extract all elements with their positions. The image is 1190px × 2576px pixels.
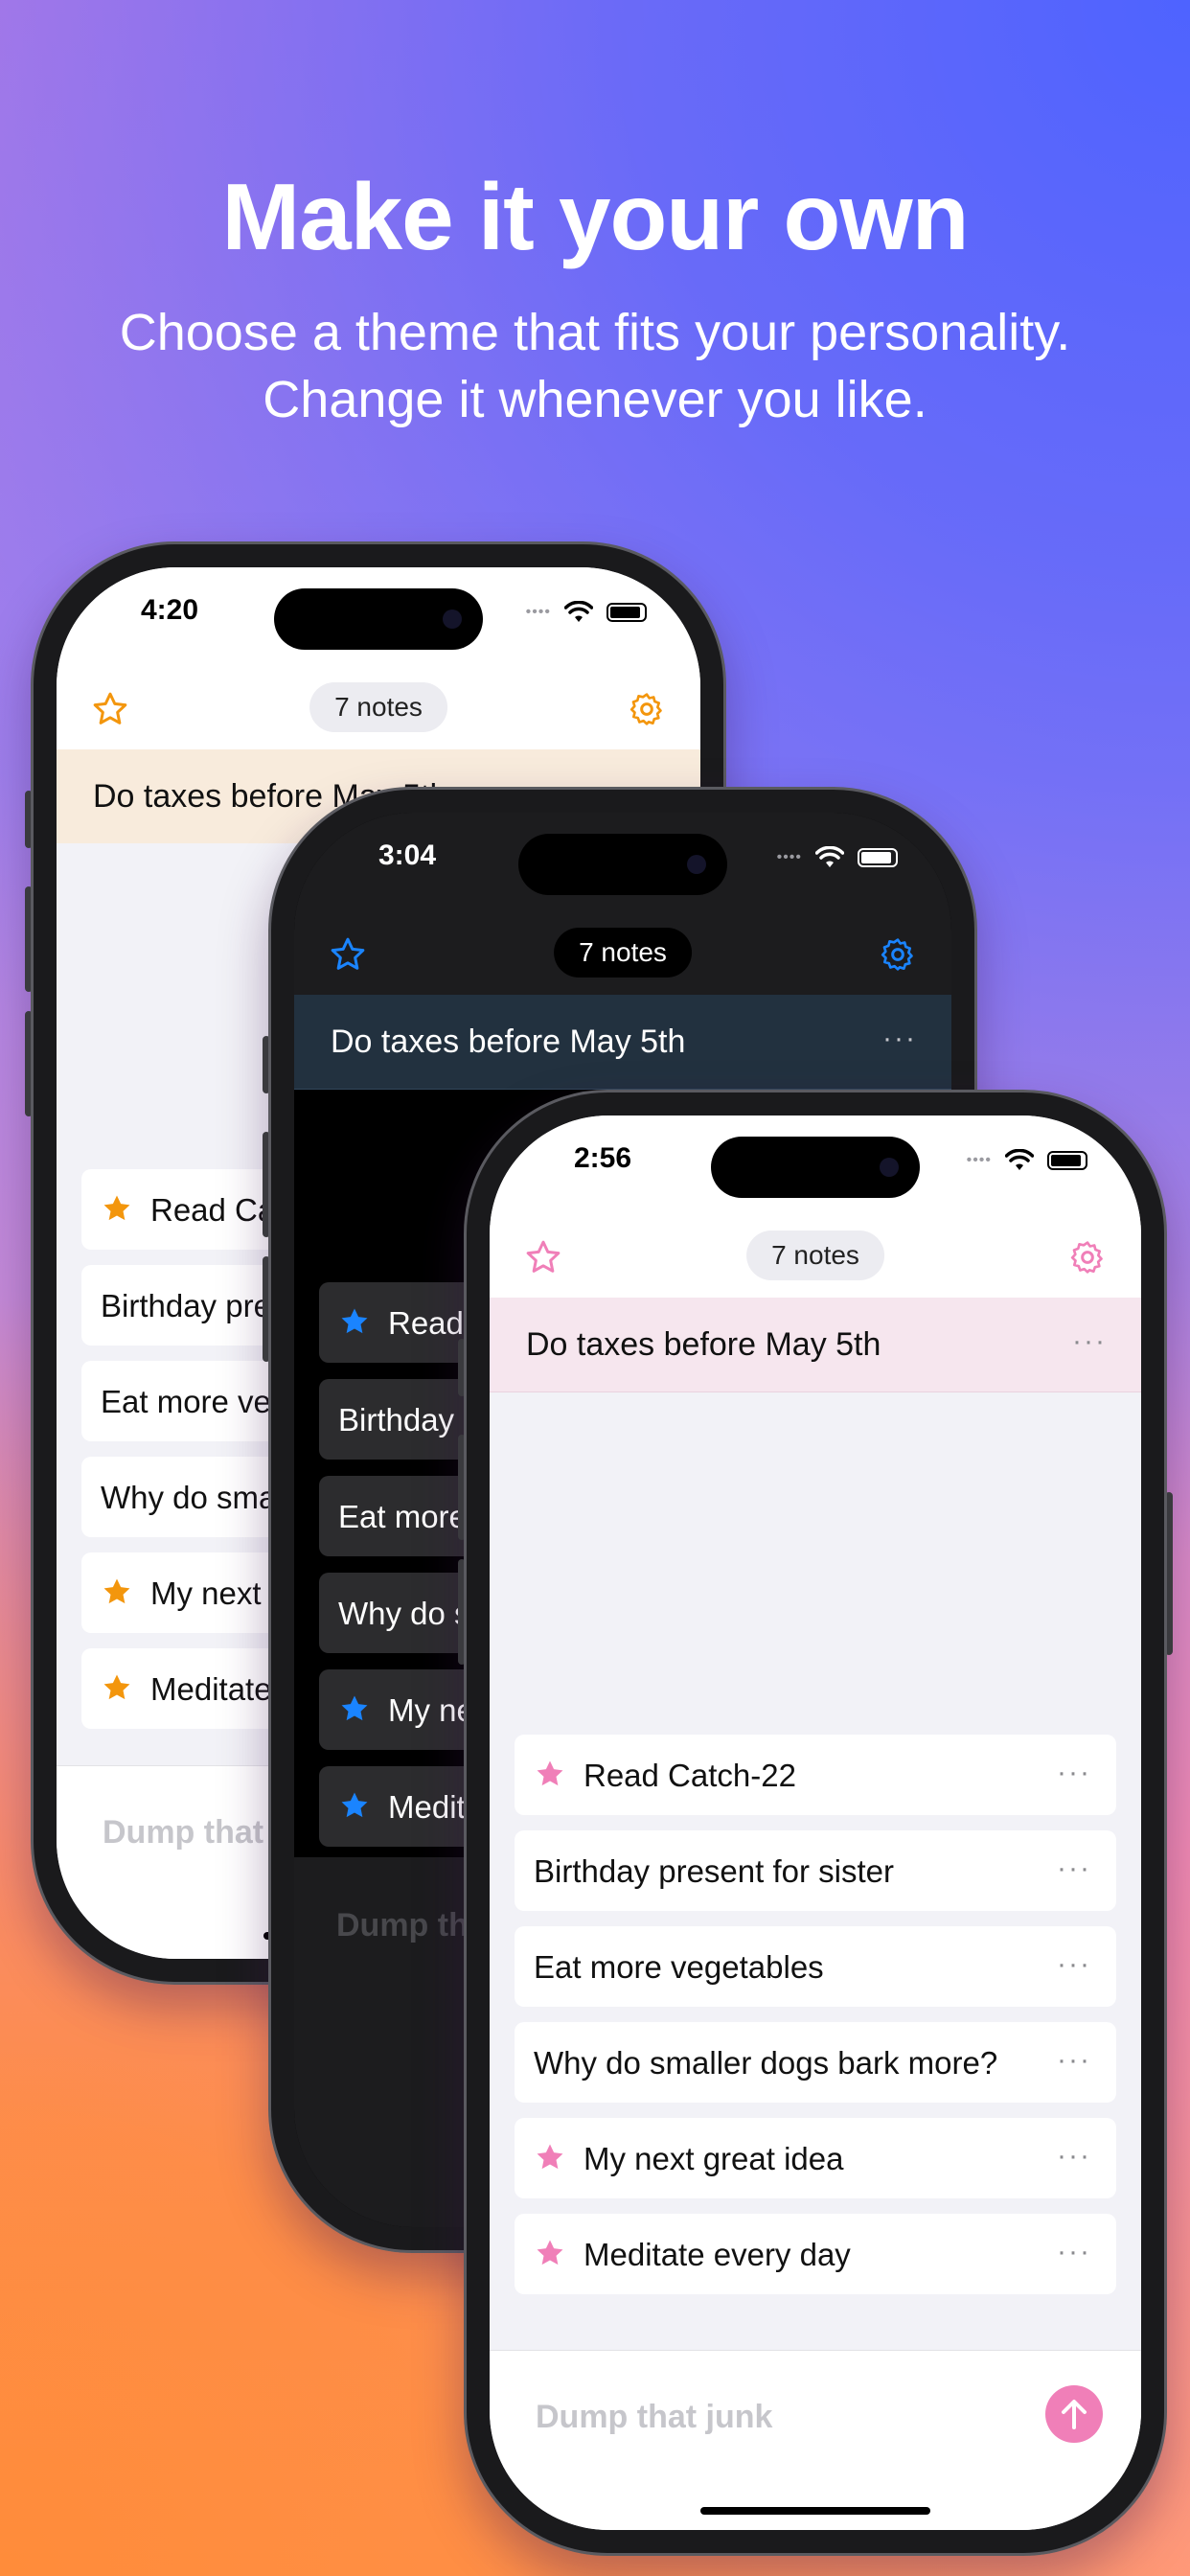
wifi-icon bbox=[564, 601, 593, 622]
dynamic-island bbox=[274, 588, 483, 650]
more-icon[interactable]: ··· bbox=[1057, 1759, 1091, 1787]
signal-icon: •••• bbox=[776, 849, 802, 865]
promo-canvas: Make it your own Choose a theme that fit… bbox=[0, 0, 1190, 2576]
list-item[interactable]: Why do smaller dogs bark more? ··· bbox=[515, 2022, 1116, 2103]
notes-count-pill[interactable]: 7 notes bbox=[746, 1230, 884, 1280]
battery-icon bbox=[1047, 1151, 1087, 1170]
note-label: Eat more vegetables bbox=[534, 1949, 824, 1985]
note-label: Birthday present for sister bbox=[534, 1853, 894, 1889]
hero-subtitle-line-1: Choose a theme that fits your personalit… bbox=[119, 304, 1071, 361]
nav-bar: 7 notes bbox=[57, 673, 700, 749]
battery-icon bbox=[858, 848, 898, 867]
status-bar: 3:04 •••• bbox=[294, 813, 951, 918]
star-filled-icon[interactable] bbox=[534, 2141, 566, 2174]
wifi-icon bbox=[1005, 1149, 1034, 1170]
pinned-note[interactable]: Do taxes before May 5th ··· bbox=[294, 995, 951, 1090]
wifi-icon bbox=[815, 846, 844, 867]
status-bar: 4:20 •••• bbox=[57, 567, 700, 673]
settings-gear-icon[interactable] bbox=[879, 935, 917, 974]
list-item[interactable]: Read Catch-22 ··· bbox=[515, 1735, 1116, 1815]
list-item[interactable]: Meditate every day ··· bbox=[515, 2214, 1116, 2294]
note-label: My next great idea bbox=[584, 2141, 844, 2176]
more-icon[interactable]: ··· bbox=[882, 1024, 917, 1053]
notes-count-pill[interactable]: 7 notes bbox=[309, 682, 447, 732]
compose-bar[interactable]: Dump that junk bbox=[490, 2350, 1141, 2530]
signal-icon: •••• bbox=[525, 604, 551, 620]
status-time: 2:56 bbox=[574, 1142, 632, 1174]
arrow-up-icon bbox=[1062, 2400, 1087, 2429]
signal-icon: •••• bbox=[966, 1152, 992, 1168]
pinned-note[interactable]: Do taxes before May 5th ··· bbox=[490, 1298, 1141, 1392]
settings-gear-icon[interactable] bbox=[1068, 1238, 1107, 1276]
note-label: Why do smaller dogs bark more? bbox=[534, 2045, 998, 2081]
pinned-note-title: Do taxes before May 5th bbox=[526, 1326, 881, 1363]
phone-light-pink: 2:56 •••• 7 notes Do taxes before May 5t… bbox=[458, 1090, 1173, 2556]
star-filled-icon[interactable] bbox=[534, 2237, 566, 2269]
nav-bar: 7 notes bbox=[294, 918, 951, 995]
battery-icon bbox=[606, 603, 647, 622]
star-filled-icon[interactable] bbox=[101, 1576, 133, 1608]
list-item[interactable]: Birthday present for sister ··· bbox=[515, 1830, 1116, 1911]
send-button[interactable] bbox=[1045, 2385, 1103, 2443]
star-filled-icon[interactable] bbox=[338, 1692, 371, 1725]
more-icon[interactable]: ··· bbox=[1057, 2238, 1091, 2266]
more-icon[interactable]: ··· bbox=[1057, 1950, 1091, 1979]
star-filled-icon[interactable] bbox=[534, 1758, 566, 1790]
favorites-star-icon[interactable] bbox=[91, 690, 129, 728]
status-time: 3:04 bbox=[378, 840, 437, 871]
compose-input[interactable]: Dump that junk bbox=[536, 2399, 772, 2436]
notes-count-pill[interactable]: 7 notes bbox=[554, 928, 692, 978]
list-item[interactable]: Eat more vegetables ··· bbox=[515, 1926, 1116, 2007]
star-filled-icon[interactable] bbox=[338, 1305, 371, 1338]
more-icon[interactable]: ··· bbox=[1072, 1327, 1107, 1356]
status-bar: 2:56 •••• bbox=[490, 1116, 1141, 1221]
dynamic-island bbox=[518, 834, 727, 895]
app-screen: 2:56 •••• 7 notes Do taxes before May 5t… bbox=[490, 1116, 1141, 2530]
pinned-note-title: Do taxes before May 5th bbox=[331, 1024, 686, 1060]
list-item[interactable]: My next great idea ··· bbox=[515, 2118, 1116, 2198]
note-label: Read Catch-22 bbox=[584, 1758, 796, 1793]
more-icon[interactable]: ··· bbox=[1057, 2046, 1091, 2075]
dynamic-island bbox=[711, 1137, 920, 1198]
hero-title: Make it your own bbox=[221, 164, 969, 269]
favorites-star-icon[interactable] bbox=[329, 935, 367, 974]
nav-bar: 7 notes bbox=[490, 1221, 1141, 1298]
status-time: 4:20 bbox=[141, 594, 199, 626]
more-icon[interactable]: ··· bbox=[1057, 1854, 1091, 1883]
star-filled-icon[interactable] bbox=[101, 1671, 133, 1704]
star-filled-icon[interactable] bbox=[338, 1789, 371, 1822]
star-filled-icon[interactable] bbox=[101, 1192, 133, 1225]
settings-gear-icon[interactable] bbox=[628, 690, 666, 728]
favorites-star-icon[interactable] bbox=[524, 1238, 562, 1276]
note-label: Meditate every day bbox=[584, 2237, 851, 2272]
more-icon[interactable]: ··· bbox=[1057, 2142, 1091, 2171]
home-indicator bbox=[700, 2507, 930, 2515]
hero-subtitle-line-2: Change it whenever you like. bbox=[263, 371, 927, 428]
